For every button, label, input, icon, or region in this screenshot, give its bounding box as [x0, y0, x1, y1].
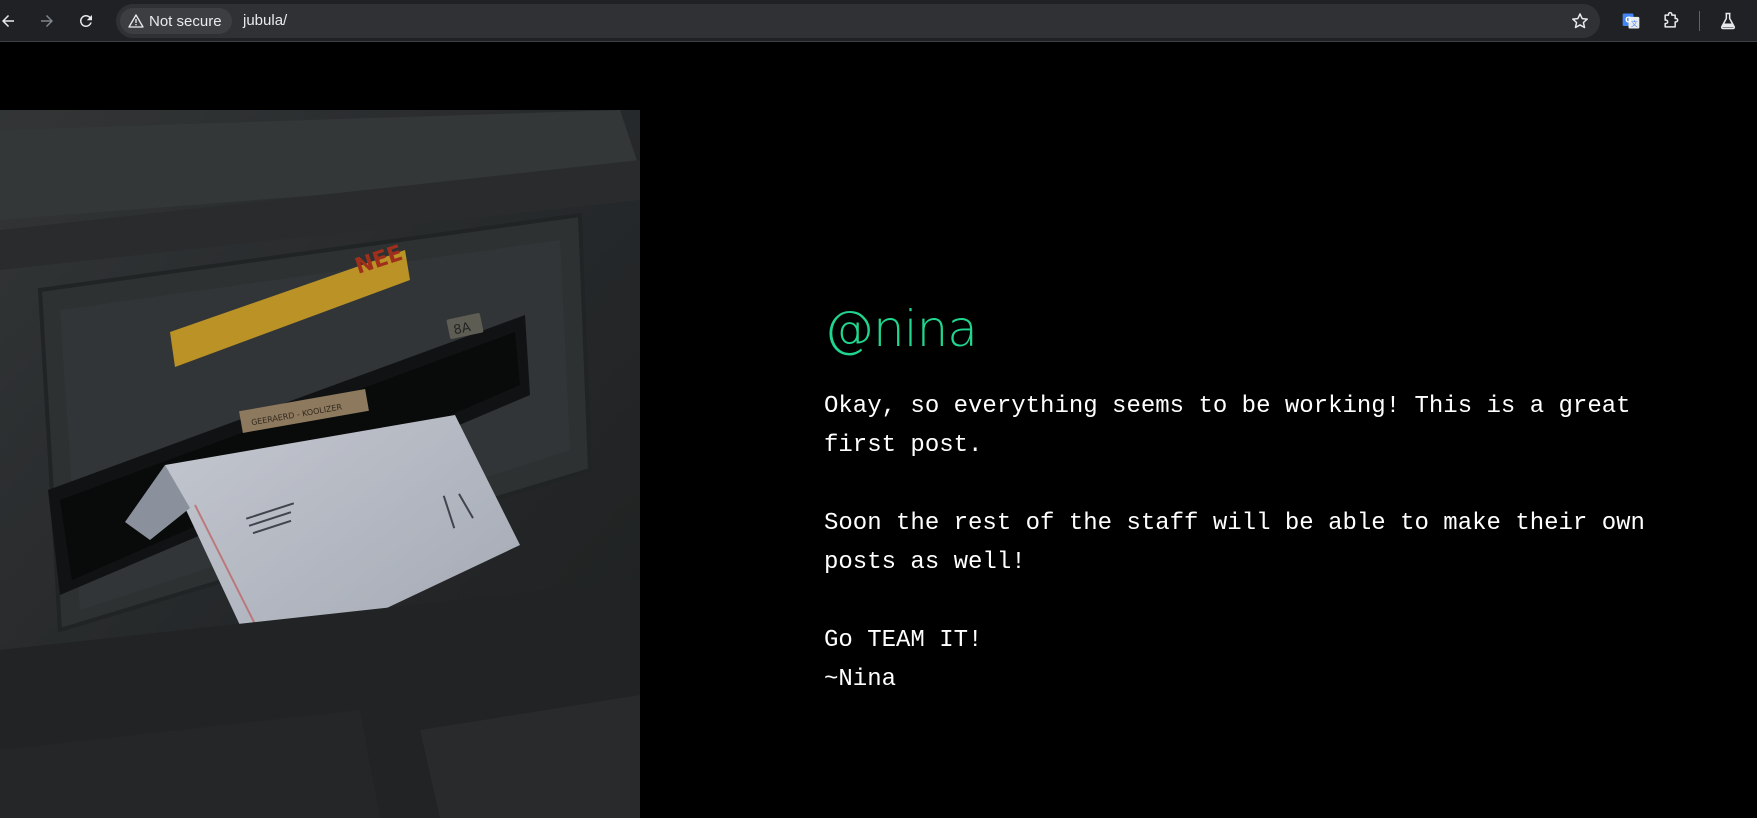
post-body: Okay, so everything seems to be working!… — [824, 387, 1704, 699]
browser-toolbar: Not secure jubula/ G 文 — [0, 0, 1757, 42]
post-paragraph: Okay, so everything seems to be working!… — [824, 393, 1645, 459]
puzzle-piece-icon[interactable] — [1659, 9, 1683, 33]
star-icon[interactable] — [1570, 11, 1590, 31]
google-translate-icon[interactable]: G 文 — [1619, 9, 1643, 33]
back-arrow-icon[interactable] — [0, 9, 20, 33]
warning-triangle-icon — [128, 14, 144, 28]
url-text[interactable]: jubula/ — [243, 12, 287, 29]
post-signoff: Go TEAM IT! ~Nina — [824, 627, 983, 693]
toolbar-divider — [1699, 11, 1700, 31]
post-paragraph: Soon the rest of the staff will be able … — [824, 510, 1660, 576]
reload-icon[interactable] — [74, 9, 98, 33]
page-content: NEE 8A GEERAERD - KOOLIZER @nina Okay, s… — [0, 42, 1757, 818]
mail-slot-photo: NEE 8A GEERAERD - KOOLIZER — [0, 110, 640, 818]
security-indicator[interactable]: Not secure — [120, 8, 232, 34]
security-label: Not secure — [149, 12, 222, 30]
flask-icon[interactable] — [1716, 9, 1740, 33]
post-author-handle: @nina — [824, 300, 978, 358]
svg-text:文: 文 — [1631, 19, 1638, 28]
blog-post: @nina Okay, so everything seems to be wo… — [824, 304, 1704, 699]
address-bar[interactable]: Not secure jubula/ — [116, 4, 1600, 38]
forward-arrow-icon[interactable] — [35, 9, 59, 33]
